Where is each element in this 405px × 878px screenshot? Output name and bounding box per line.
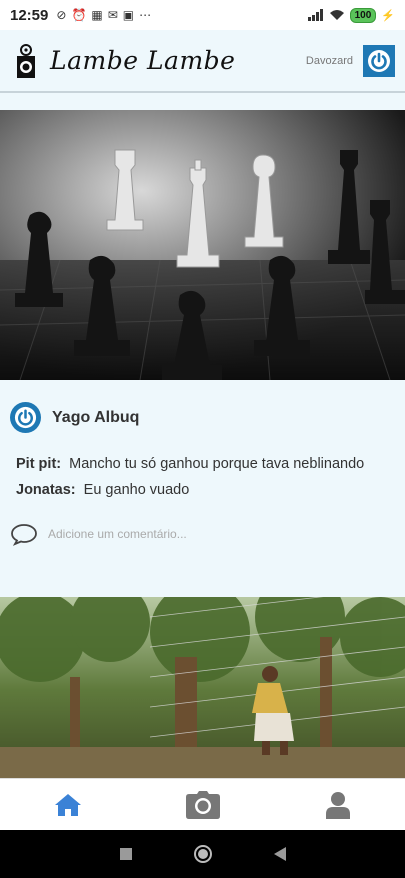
post-card: Yago Albuq Pit pit: Mancho tu só ganhou … <box>0 110 405 597</box>
mute-icon: ⊘ <box>56 8 67 22</box>
header-avatar[interactable] <box>363 44 395 77</box>
qr-icon: ▦ <box>91 8 103 22</box>
screen-icon: ▣ <box>122 8 135 22</box>
post-photo-chess[interactable] <box>0 110 405 380</box>
camera-icon <box>185 790 220 819</box>
more-icon: ⋯ <box>139 8 152 22</box>
camera-logo-icon <box>17 43 35 78</box>
power-icon <box>14 406 37 429</box>
header-username[interactable]: Davozard <box>306 55 353 67</box>
bottom-tab-bar <box>0 778 405 830</box>
status-time: 12:59 <box>10 6 49 24</box>
post-photo-forest[interactable] <box>0 597 405 778</box>
status-system-icons: 100 ⚡ <box>307 7 395 23</box>
app-brand: Lambe Lambe <box>50 46 236 75</box>
wifi-icon <box>329 10 344 20</box>
feed[interactable]: Yago Albuq Pit pit: Mancho tu só ganhou … <box>0 110 405 778</box>
recent-apps-icon[interactable] <box>119 847 133 861</box>
tab-camera[interactable] <box>173 785 233 825</box>
comment-user: Jonatas: <box>16 482 76 498</box>
home-button-icon[interactable] <box>193 844 213 864</box>
author-name[interactable]: Yago Albuq <box>52 409 139 427</box>
charging-icon: ⚡ <box>381 9 395 22</box>
status-notification-icons: ⊘ ⏰ ▦ ✉ ▣ ⋯ <box>56 8 151 22</box>
comment-list: Pit pit: Mancho tu só ganhou porque tava… <box>16 456 364 508</box>
power-icon <box>368 49 390 72</box>
comment-item: Pit pit: Mancho tu só ganhou porque tava… <box>16 456 364 472</box>
comment-text: Eu ganho vuado <box>83 482 190 498</box>
tab-profile[interactable] <box>308 785 368 825</box>
gmail-icon: ✉ <box>107 8 118 22</box>
system-nav-bar <box>0 830 405 878</box>
signal-icon <box>307 9 323 21</box>
add-comment-row <box>10 522 348 546</box>
app-header: Lambe Lambe Davozard <box>0 30 405 93</box>
back-icon[interactable] <box>273 846 287 862</box>
app-screen: Lambe Lambe Davozard Yago Albuq Pit pit:… <box>0 30 405 830</box>
author-avatar[interactable] <box>10 402 41 433</box>
user-icon <box>325 791 350 819</box>
post-body: Yago Albuq Pit pit: Mancho tu só ganhou … <box>0 380 405 597</box>
tab-home[interactable] <box>38 785 98 825</box>
status-bar: 12:59 ⊘ ⏰ ▦ ✉ ▣ ⋯ 100 ⚡ <box>0 0 405 30</box>
comment-user: Pit pit: <box>16 456 62 472</box>
battery-level: 100 <box>349 7 377 23</box>
post-author[interactable]: Yago Albuq <box>10 402 139 433</box>
speech-bubble-icon <box>11 524 37 546</box>
alarm-icon: ⏰ <box>71 8 87 22</box>
comment-item: Jonatas: Eu ganho vuado <box>16 482 364 498</box>
home-icon <box>54 793 81 816</box>
comment-input[interactable] <box>48 527 348 541</box>
comment-text: Mancho tu só ganhou porque tava neblinan… <box>69 456 365 472</box>
